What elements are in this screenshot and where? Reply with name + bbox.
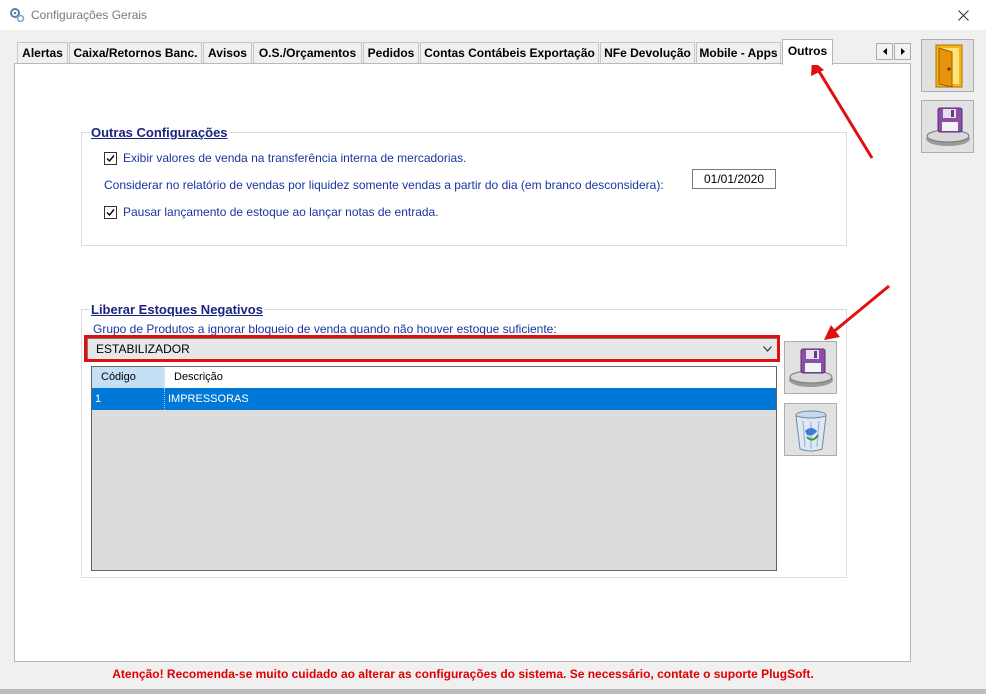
cell-descricao: IMPRESSORAS: [168, 393, 249, 405]
check-pausar-estoque-checkbox[interactable]: [104, 205, 117, 219]
save-config-button[interactable]: [921, 100, 974, 153]
tab-outros[interactable]: Outros: [782, 39, 833, 65]
date-filter-label: Considerar no relatório de vendas por li…: [104, 178, 664, 192]
tab-pedidos[interactable]: Pedidos: [363, 42, 419, 64]
window-bottom-border: [0, 689, 986, 694]
outras-configuracoes-title: Outras Configurações: [90, 125, 229, 140]
tab-nfe-devolucao[interactable]: NFe Devolução: [600, 42, 695, 64]
window-title: Configurações Gerais: [31, 8, 148, 22]
floppy-save-icon: [788, 348, 833, 387]
warning-message: Atenção! Recomenda-se muito cuidado ao a…: [112, 667, 814, 681]
tab-contas-contabeis[interactable]: Contas Contábeis Exportação: [420, 42, 599, 64]
grupo-produtos-label: Grupo de Produtos a ignorar bloqueio de …: [93, 322, 557, 336]
exit-button[interactable]: [921, 39, 974, 92]
cell-codigo: 1: [92, 388, 165, 410]
tab-panel-outros: Outras Configurações Exibir valores de v…: [14, 63, 911, 662]
tab-alertas[interactable]: Alertas: [17, 42, 68, 64]
checkmark-icon: [106, 208, 115, 216]
grupos-grid[interactable]: Código Descrição 1 IMPRESSORAS: [91, 366, 777, 571]
tab-avisos[interactable]: Avisos: [203, 42, 252, 64]
check-exibir-valores-checkbox[interactable]: [104, 151, 117, 165]
liberar-estoques-title: Liberar Estoques Negativos: [90, 302, 264, 317]
arrow-right-icon: [900, 48, 905, 55]
tab-mobile-apps[interactable]: Mobile - Apps: [696, 42, 781, 64]
check-exibir-valores-row[interactable]: Exibir valores de venda na transferência…: [104, 151, 467, 165]
delete-grupo-button[interactable]: [784, 403, 837, 456]
grid-header: Código Descrição: [92, 367, 776, 389]
tab-scroll-right-button[interactable]: [894, 43, 911, 60]
close-button[interactable]: [940, 0, 986, 30]
arrow-left-icon: [882, 48, 887, 55]
column-header-descricao[interactable]: Descrição: [165, 367, 776, 388]
highlight-box-combo: [84, 335, 780, 362]
floppy-save-icon: [925, 107, 970, 146]
date-filter-input[interactable]: 01/01/2020: [692, 169, 776, 189]
title-bar: Configurações Gerais: [0, 0, 986, 30]
tab-caixa-retornos[interactable]: Caixa/Retornos Banc.: [69, 42, 202, 64]
check-exibir-valores-label: Exibir valores de venda na transferência…: [123, 151, 467, 165]
table-row[interactable]: 1 IMPRESSORAS: [92, 388, 776, 410]
checkmark-icon: [106, 154, 115, 162]
tab-os-orcamentos[interactable]: O.S./Orçamentos: [253, 42, 362, 64]
door-exit-icon: [935, 44, 962, 88]
check-pausar-estoque-label: Pausar lançamento de estoque ao lançar n…: [123, 205, 439, 219]
check-pausar-estoque-row[interactable]: Pausar lançamento de estoque ao lançar n…: [104, 205, 439, 219]
close-icon: [957, 9, 969, 21]
trash-bin-icon: [794, 410, 827, 451]
tab-scroll-left-button[interactable]: [876, 43, 893, 60]
save-grupo-button[interactable]: [784, 341, 837, 394]
column-header-codigo[interactable]: Código: [92, 367, 165, 388]
settings-icon: [10, 8, 25, 23]
